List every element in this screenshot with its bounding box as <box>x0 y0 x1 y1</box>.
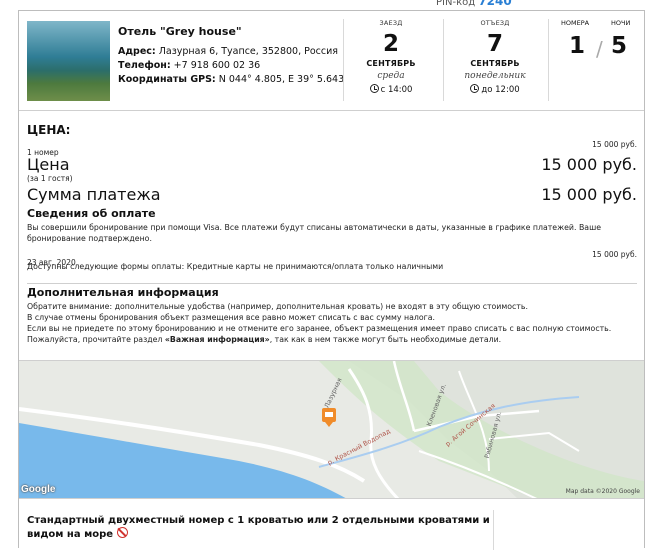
total-label: Сумма платежа <box>27 185 161 204</box>
location-map[interactable]: Лазурная р. Красный Водопад Кленовая ул.… <box>19 360 644 499</box>
map-attribution: Map data ©2020 Google <box>565 488 640 495</box>
divider <box>493 510 494 550</box>
payment-date: 23 авг. 2020 <box>27 258 76 267</box>
google-logo: Google <box>21 484 56 495</box>
total-amount: 15 000 руб. <box>541 185 637 204</box>
booking-confirmation: Отель "Grey house" Адрес: Лазурная 6, Ту… <box>18 10 645 550</box>
price-section: ЦЕНА: 1 номер 15 000 руб. Цена 15 000 ру… <box>27 123 637 272</box>
pin-value: 7240 <box>478 0 512 8</box>
room-title: Стандартный двухместный номер с 1 кроват… <box>27 515 490 540</box>
nights-caption: НОЧИ <box>611 19 631 27</box>
divider <box>27 283 637 284</box>
hotel-photo[interactable] <box>27 21 110 101</box>
checkout-caption: ОТЪЕЗД <box>480 19 510 27</box>
hotel-address: Адрес: Лазурная 6, Туапсе, 352800, Росси… <box>118 46 339 57</box>
map-graphic <box>19 361 644 498</box>
payment-forms: Доступны следующие формы оплаты: Кредитн… <box>27 262 444 271</box>
rooms-caption: НОМЕРА <box>561 19 590 27</box>
no-smoking-icon <box>116 527 128 538</box>
additional-text: Обратите внимание: дополнительные удобст… <box>27 302 612 344</box>
checkout-block: ОТЪЕЗД 7 СЕНТЯБРЬ понедельник до 12:00 <box>443 19 547 95</box>
important-info-link[interactable]: «Важная информация» <box>165 335 270 344</box>
checkin-weekday: среда <box>377 71 405 81</box>
divider <box>548 19 549 101</box>
checkin-month: СЕНТЯБРЬ <box>366 59 416 68</box>
checkin-day: 2 <box>382 31 399 57</box>
payment-heading: Сведения об оплате <box>27 207 156 220</box>
checkin-time: с 14:00 <box>339 84 443 95</box>
payment-date-amount: 15 000 руб. <box>592 250 637 259</box>
counts-separator: / <box>596 37 603 61</box>
rooms-count: 1 <box>569 33 586 59</box>
clock-icon <box>470 84 480 93</box>
hotel-info: Отель "Grey house" Адрес: Лазурная 6, Ту… <box>118 25 344 87</box>
divider <box>19 110 644 111</box>
checkout-day: 7 <box>486 31 503 57</box>
checkin-caption: ЗАЕЗД <box>379 19 403 27</box>
checkin-block: ЗАЕЗД 2 СЕНТЯБРЬ среда с 14:00 <box>339 19 443 95</box>
pin-label: PIN-код <box>436 0 476 8</box>
rooms-line-amount: 15 000 руб. <box>592 140 637 149</box>
nights-count: 5 <box>611 33 628 59</box>
clock-icon <box>369 84 379 93</box>
pin-code: PIN-код 7240 <box>436 0 512 8</box>
hotel-gps: Координаты GPS: N 044° 4.805, E 39° 5.64… <box>118 74 345 85</box>
price-heading: ЦЕНА: <box>27 123 71 137</box>
hotel-name[interactable]: Отель "Grey house" <box>118 25 344 39</box>
hotel-phone: Телефон: +7 918 600 02 36 <box>118 60 261 71</box>
additional-section: Дополнительная информация Обратите внима… <box>27 286 637 345</box>
payment-text: Вы совершили бронирование при помощи Vis… <box>27 223 602 243</box>
checkout-weekday: понедельник <box>464 71 526 81</box>
additional-heading: Дополнительная информация <box>27 286 219 299</box>
checkout-month: СЕНТЯБРЬ <box>470 59 520 68</box>
price-amount: 15 000 руб. <box>541 155 637 174</box>
checkout-time: до 12:00 <box>443 84 547 95</box>
price-label: Цена <box>27 155 70 174</box>
